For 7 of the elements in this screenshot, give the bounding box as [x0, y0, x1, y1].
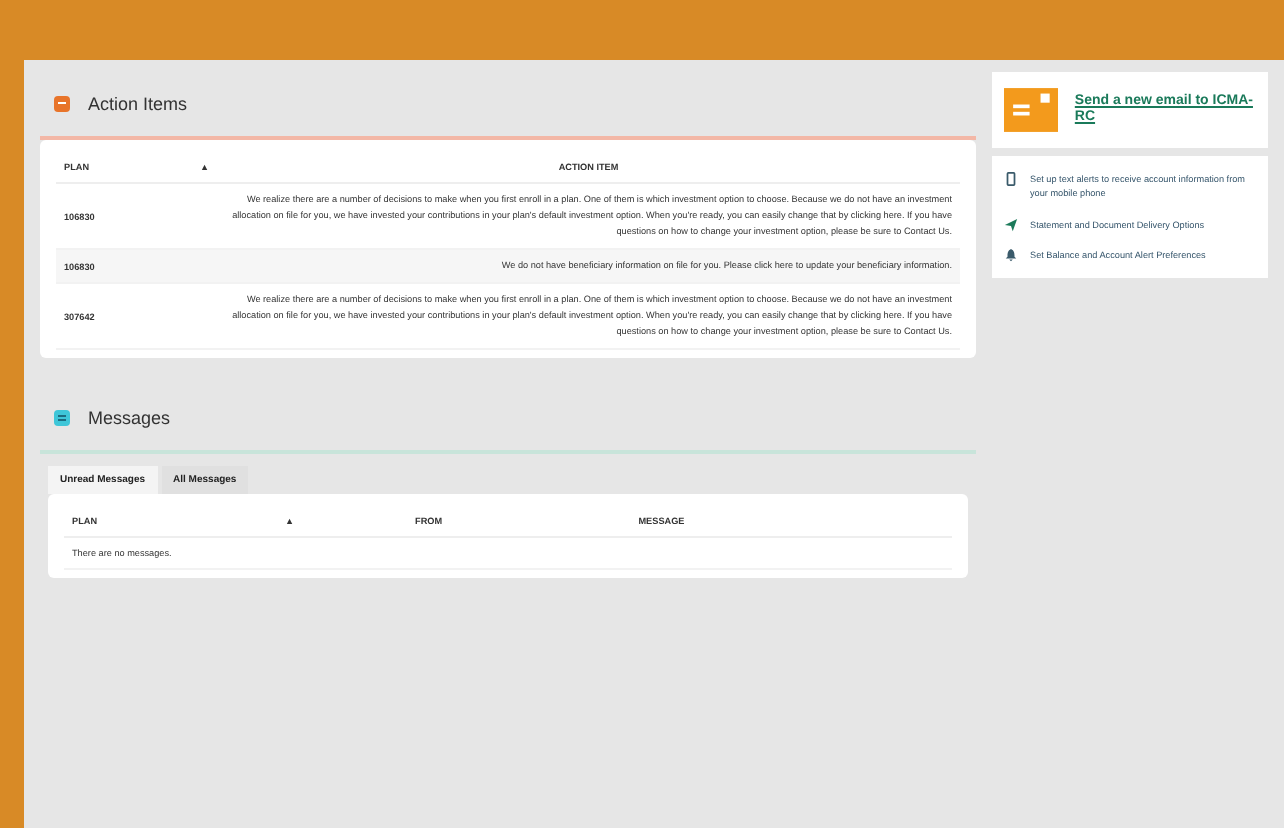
phone-icon — [1004, 172, 1018, 186]
section-title: Action Items — [88, 94, 188, 114]
message-icon — [52, 408, 72, 429]
section-title: Messages — [88, 408, 171, 429]
paper-plane-icon — [1004, 217, 1018, 232]
email-icon — [1004, 86, 1059, 134]
bell-icon — [1004, 248, 1018, 263]
